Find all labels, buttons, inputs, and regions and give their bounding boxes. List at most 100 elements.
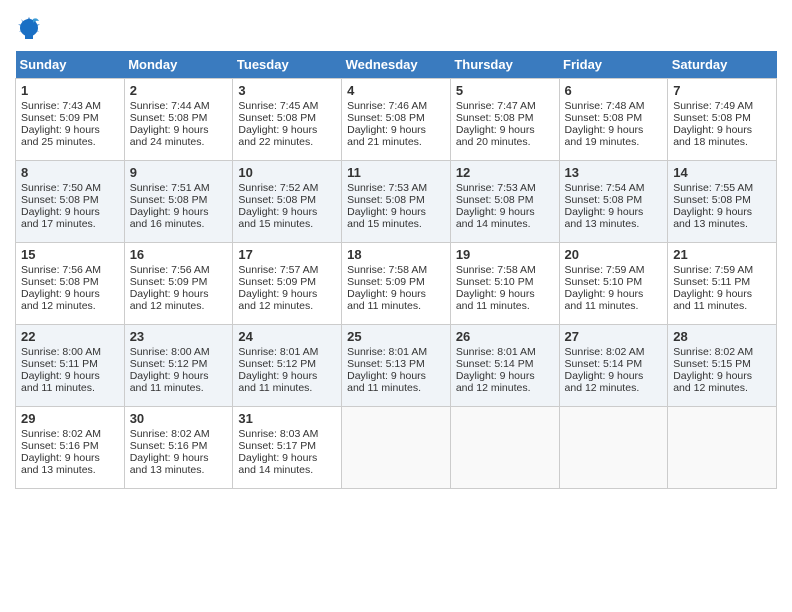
sunset-text: Sunset: 5:11 PM (21, 358, 98, 370)
daylight-text: Daylight: 9 hours and 17 minutes. (21, 206, 100, 230)
day-cell: 27 Sunrise: 8:02 AMSunset: 5:14 PMDayligh… (559, 325, 668, 407)
sunset-text: Sunset: 5:08 PM (130, 194, 208, 206)
sunset-text: Sunset: 5:08 PM (456, 194, 534, 206)
day-cell: 28Sunrise: 8:02 AMSunset: 5:15 PMDayligh… (668, 325, 777, 407)
sunrise-text: Sunrise: 7:43 AM (21, 100, 101, 112)
sunrise-text: Sunrise: 7:54 AM (565, 182, 645, 194)
daylight-text: Daylight: 9 hours and 14 minutes. (238, 452, 317, 476)
day-number: 23 (130, 329, 228, 344)
day-number: 19 (456, 247, 554, 262)
sunset-text: Sunset: 5:16 PM (130, 440, 208, 452)
sunrise-text: Sunrise: 7:46 AM (347, 100, 427, 112)
day-cell: 11Sunrise: 7:53 AMSunset: 5:08 PMDayligh… (342, 161, 451, 243)
sunset-text: Sunset: 5:08 PM (565, 112, 643, 124)
day-cell: 9Sunrise: 7:51 AMSunset: 5:08 PMDaylight… (124, 161, 233, 243)
day-number: 26 (456, 329, 554, 344)
daylight-text: Daylight: 9 hours and 11 minutes. (456, 288, 535, 312)
calendar-body: 1Sunrise: 7:43 AMSunset: 5:09 PMDaylight… (16, 79, 777, 489)
day-cell: 8Sunrise: 7:50 AMSunset: 5:08 PMDaylight… (16, 161, 125, 243)
sunrise-text: Sunrise: 7:50 AM (21, 182, 101, 194)
day-cell: 18Sunrise: 7:58 AMSunset: 5:09 PMDayligh… (342, 243, 451, 325)
day-cell (450, 407, 559, 489)
day-number: 9 (130, 165, 228, 180)
header-cell-friday: Friday (559, 51, 668, 79)
sunset-text: Sunset: 5:08 PM (456, 112, 534, 124)
sunset-text: Sunset: 5:08 PM (347, 194, 425, 206)
day-cell: 13Sunrise: 7:54 AMSunset: 5:08 PMDayligh… (559, 161, 668, 243)
sunrise-text: Sunrise: 7:48 AM (565, 100, 645, 112)
sunrise-text: Sunrise: 7:59 AM (565, 264, 645, 276)
day-number: 12 (456, 165, 554, 180)
daylight-text: Daylight: 9 hours and 22 minutes. (238, 124, 317, 148)
sunset-text: Sunset: 5:12 PM (130, 358, 208, 370)
day-number: 22 (21, 329, 119, 344)
header-cell-monday: Monday (124, 51, 233, 79)
daylight-text: Daylight: 9 hours and 25 minutes. (21, 124, 100, 148)
sunset-text: Sunset: 5:09 PM (130, 276, 208, 288)
daylight-text: Daylight: 9 hours and 12 minutes. (456, 370, 535, 394)
sunrise-text: Sunrise: 8:02 AM (21, 428, 101, 440)
daylight-text: Daylight: 9 hours and 15 minutes. (238, 206, 317, 230)
daylight-text: Daylight: 9 hours and 13 minutes. (673, 206, 752, 230)
sunset-text: Sunset: 5:08 PM (673, 194, 751, 206)
sunrise-text: Sunrise: 8:02 AM (130, 428, 210, 440)
header-cell-sunday: Sunday (16, 51, 125, 79)
header (15, 10, 777, 43)
daylight-text: Daylight: 9 hours and 11 minutes. (565, 288, 644, 312)
day-cell: 16Sunrise: 7:56 AMSunset: 5:09 PMDayligh… (124, 243, 233, 325)
day-cell (559, 407, 668, 489)
day-cell: 7Sunrise: 7:49 AMSunset: 5:08 PMDaylight… (668, 79, 777, 161)
sunset-text: Sunset: 5:17 PM (238, 440, 316, 452)
daylight-text: Daylight: 9 hours and 11 minutes. (673, 288, 752, 312)
sunset-text: Sunset: 5:11 PM (673, 276, 750, 288)
daylight-text: Daylight: 9 hours and 11 minutes. (238, 370, 317, 394)
sunrise-text: Sunrise: 7:53 AM (456, 182, 536, 194)
sunset-text: Sunset: 5:14 PM (565, 358, 643, 370)
day-cell: 5Sunrise: 7:47 AMSunset: 5:08 PMDaylight… (450, 79, 559, 161)
daylight-text: Daylight: 9 hours and 12 minutes. (565, 370, 644, 394)
sunset-text: Sunset: 5:08 PM (238, 194, 316, 206)
daylight-text: Daylight: 9 hours and 11 minutes. (130, 370, 209, 394)
day-number: 25 (347, 329, 445, 344)
logo (15, 15, 47, 43)
day-number: 27 (565, 329, 663, 344)
sunrise-text: Sunrise: 7:58 AM (347, 264, 427, 276)
day-cell: 30Sunrise: 8:02 AMSunset: 5:16 PMDayligh… (124, 407, 233, 489)
day-number: 5 (456, 83, 554, 98)
day-number: 30 (130, 411, 228, 426)
day-cell: 26Sunrise: 8:01 AMSunset: 5:14 PMDayligh… (450, 325, 559, 407)
sunset-text: Sunset: 5:08 PM (347, 112, 425, 124)
sunrise-text: Sunrise: 7:53 AM (347, 182, 427, 194)
day-number: 16 (130, 247, 228, 262)
sunset-text: Sunset: 5:14 PM (456, 358, 534, 370)
sunrise-text: Sunrise: 8:01 AM (238, 346, 318, 358)
daylight-text: Daylight: 9 hours and 15 minutes. (347, 206, 426, 230)
daylight-text: Daylight: 9 hours and 12 minutes. (21, 288, 100, 312)
week-row-1: 1Sunrise: 7:43 AMSunset: 5:09 PMDaylight… (16, 79, 777, 161)
sunrise-text: Sunrise: 8:00 AM (130, 346, 210, 358)
week-row-4: 22Sunrise: 8:00 AMSunset: 5:11 PMDayligh… (16, 325, 777, 407)
sunset-text: Sunset: 5:08 PM (21, 276, 99, 288)
day-cell: 24Sunrise: 8:01 AMSunset: 5:12 PMDayligh… (233, 325, 342, 407)
daylight-text: Daylight: 9 hours and 13 minutes. (565, 206, 644, 230)
day-number: 15 (21, 247, 119, 262)
sunrise-text: Sunrise: 7:59 AM (673, 264, 753, 276)
daylight-text: Daylight: 9 hours and 12 minutes. (673, 370, 752, 394)
sunrise-text: Sunrise: 7:57 AM (238, 264, 318, 276)
day-cell: 10Sunrise: 7:52 AMSunset: 5:08 PMDayligh… (233, 161, 342, 243)
daylight-text: Daylight: 9 hours and 13 minutes. (21, 452, 100, 476)
day-cell (668, 407, 777, 489)
sunrise-text: Sunrise: 8:03 AM (238, 428, 318, 440)
sunset-text: Sunset: 5:15 PM (673, 358, 751, 370)
day-cell: 21Sunrise: 7:59 AMSunset: 5:11 PMDayligh… (668, 243, 777, 325)
day-number: 2 (130, 83, 228, 98)
daylight-text: Daylight: 9 hours and 21 minutes. (347, 124, 426, 148)
sunrise-text: Sunrise: 7:47 AM (456, 100, 536, 112)
sunrise-text: Sunrise: 8:02 AM (565, 346, 645, 358)
sunrise-text: Sunrise: 7:55 AM (673, 182, 753, 194)
daylight-text: Daylight: 9 hours and 11 minutes. (21, 370, 100, 394)
sunrise-text: Sunrise: 7:56 AM (130, 264, 210, 276)
daylight-text: Daylight: 9 hours and 24 minutes. (130, 124, 209, 148)
sunrise-text: Sunrise: 8:02 AM (673, 346, 753, 358)
day-cell (342, 407, 451, 489)
